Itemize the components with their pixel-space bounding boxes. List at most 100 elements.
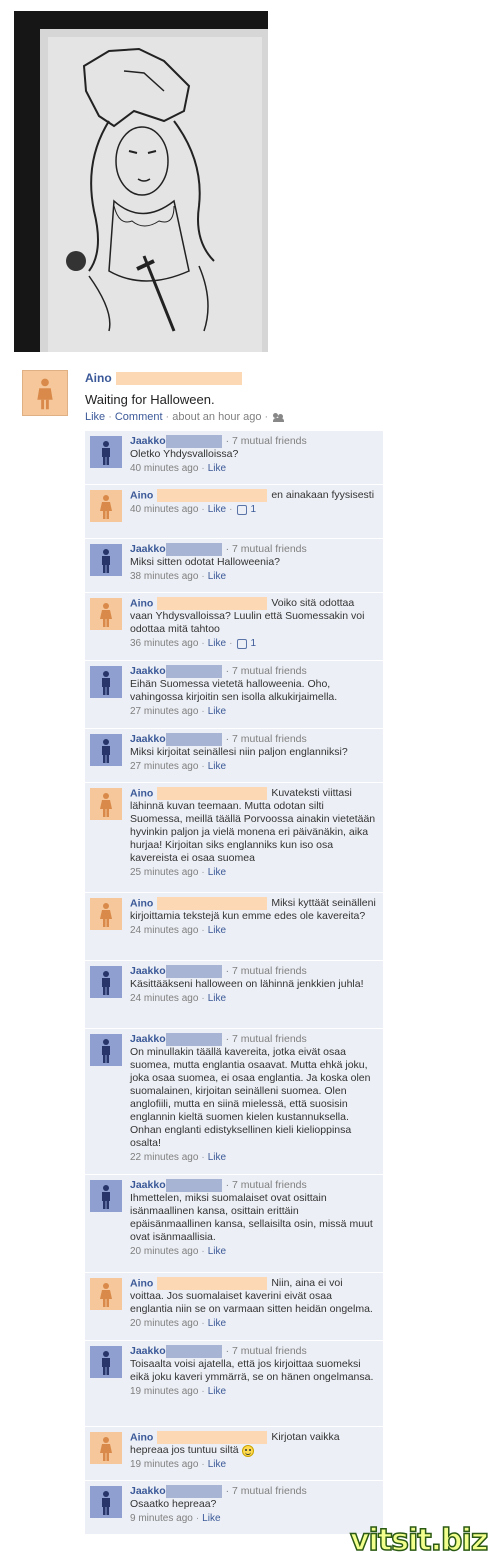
avatar[interactable] [90, 544, 122, 576]
comment-author-link[interactable]: Jaakko [130, 543, 166, 556]
post-like-link[interactable]: Like [85, 411, 105, 423]
comment-meta: 36 minutes ago · Like · 1 [130, 637, 376, 650]
comment-like-link[interactable]: Like [208, 1317, 226, 1330]
comment-timestamp[interactable]: 19 minutes ago [130, 1385, 198, 1398]
comment-like-link[interactable]: Like [208, 462, 226, 475]
comment-author-link[interactable]: Jaakko [130, 1179, 166, 1192]
avatar[interactable] [90, 734, 122, 766]
comment-timestamp[interactable]: 38 minutes ago [130, 570, 198, 583]
redacted-surname [165, 1345, 222, 1358]
thumbs-up-icon[interactable] [237, 504, 248, 515]
mutual-friends-link[interactable]: · 7 mutual friends [226, 665, 307, 678]
comment-timestamp[interactable]: 24 minutes ago [130, 924, 198, 937]
mutual-friends-link[interactable]: · 7 mutual friends [226, 1485, 307, 1498]
avatar[interactable] [90, 966, 122, 998]
comment-like-link[interactable]: Like [208, 1385, 226, 1398]
comment-timestamp[interactable]: 20 minutes ago [130, 1317, 198, 1330]
comment-timestamp[interactable]: 24 minutes ago [130, 992, 198, 1005]
mutual-friends-link[interactable]: · 7 mutual friends [226, 543, 307, 556]
comment: Jaakko · 7 mutual friends Osaatko hepreaa?… [85, 1481, 383, 1535]
comment-timestamp[interactable]: 36 minutes ago [130, 637, 198, 650]
comment-like-link[interactable]: Like [208, 570, 226, 583]
comment-author-link[interactable]: Aino [130, 1431, 153, 1443]
mutual-friends-link[interactable]: · 7 mutual friends [226, 435, 307, 448]
avatar[interactable] [90, 1034, 122, 1066]
friends-audience-icon[interactable] [273, 412, 285, 422]
comment-author-link[interactable]: Jaakko [130, 733, 166, 746]
avatar[interactable] [90, 1432, 122, 1464]
comment-like-link[interactable]: Like [208, 637, 226, 650]
like-count[interactable]: 1 [250, 503, 256, 516]
comment-timestamp[interactable]: 27 minutes ago [130, 760, 198, 773]
separator: · [201, 504, 205, 516]
comment-meta: 19 minutes ago · Like [130, 1385, 376, 1398]
comment-like-link[interactable]: Like [208, 992, 226, 1005]
comment-like-link[interactable]: Like [208, 760, 226, 773]
avatar[interactable] [90, 1180, 122, 1212]
comment-like-link[interactable]: Like [208, 866, 226, 879]
separator: · [201, 1152, 205, 1163]
avatar[interactable] [90, 1346, 122, 1378]
post-timestamp[interactable]: about an hour ago [172, 411, 261, 423]
comment-author-link[interactable]: Aino [130, 597, 153, 609]
comment-author-link[interactable]: Aino [130, 1277, 153, 1289]
avatar[interactable] [90, 666, 122, 698]
post-comment-link[interactable]: Comment [115, 411, 163, 423]
comment-author-link[interactable]: Aino [130, 489, 153, 501]
avatar[interactable] [22, 370, 68, 416]
comment-text: Miksi sitten odotat Halloweenia? [130, 556, 280, 568]
comment-author-link[interactable]: Jaakko [130, 435, 166, 448]
avatar[interactable] [90, 788, 122, 820]
comment-like-link[interactable]: Like [208, 1151, 226, 1164]
comment-timestamp[interactable]: 40 minutes ago [130, 503, 198, 516]
comment-timestamp[interactable]: 22 minutes ago [130, 1151, 198, 1164]
separator: · [201, 1246, 205, 1257]
comment-author-link[interactable]: Jaakko [130, 665, 166, 678]
comment-author-link[interactable]: Jaakko [130, 1485, 166, 1498]
comment-meta: 25 minutes ago · Like [130, 866, 376, 879]
comment-meta: 40 minutes ago · Like [130, 462, 376, 475]
comment-text: Eihän Suomessa vietetä halloweenia. Oho,… [130, 678, 338, 703]
comment-timestamp[interactable]: 20 minutes ago [130, 1245, 198, 1258]
mutual-friends-link[interactable]: · 7 mutual friends [226, 1345, 307, 1358]
comment-timestamp[interactable]: 27 minutes ago [130, 705, 198, 718]
comment-text: On minullakin täällä kavereita, jotka ei… [130, 1046, 374, 1149]
comment-like-link[interactable]: Like [208, 924, 226, 937]
comment-meta: 24 minutes ago · Like [130, 992, 376, 1005]
avatar[interactable] [90, 898, 122, 930]
comment-timestamp[interactable]: 19 minutes ago [130, 1458, 198, 1471]
comment-like-link[interactable]: Like [202, 1512, 220, 1525]
comment-author-link[interactable]: Jaakko [130, 1345, 166, 1358]
comment-author-link[interactable]: Jaakko [130, 965, 166, 978]
comment-like-link[interactable]: Like [208, 503, 226, 516]
post-author-link[interactable]: Aino [85, 371, 112, 385]
drawing-photo[interactable] [14, 11, 268, 352]
redacted-surname [165, 1485, 222, 1498]
avatar[interactable] [90, 1278, 122, 1310]
avatar[interactable] [90, 436, 122, 468]
redacted-surname [157, 1277, 268, 1290]
comment-author-link[interactable]: Jaakko [130, 1033, 166, 1046]
separator: · [201, 925, 205, 937]
avatar[interactable] [90, 490, 122, 522]
thumbs-up-icon[interactable] [237, 638, 248, 649]
comment-author-link[interactable]: Aino [130, 897, 153, 909]
separator: · [201, 1318, 205, 1330]
comment-timestamp[interactable]: 9 minutes ago [130, 1512, 193, 1525]
mutual-friends-link[interactable]: · 7 mutual friends [226, 733, 307, 746]
comment-meta: 38 minutes ago · Like [130, 570, 376, 583]
comment-like-link[interactable]: Like [208, 705, 226, 718]
comment-timestamp[interactable]: 40 minutes ago [130, 462, 198, 475]
mutual-friends-link[interactable]: · 7 mutual friends [226, 1179, 307, 1192]
like-count[interactable]: 1 [250, 637, 256, 650]
avatar[interactable] [90, 598, 122, 630]
comment-like-link[interactable]: Like [208, 1458, 226, 1471]
comment-meta: 20 minutes ago · Like [130, 1317, 376, 1330]
redacted-surname [165, 435, 222, 448]
comment-timestamp[interactable]: 25 minutes ago [130, 866, 198, 879]
comment-author-link[interactable]: Aino [130, 787, 153, 799]
mutual-friends-link[interactable]: · 7 mutual friends [226, 1033, 307, 1046]
comment-like-link[interactable]: Like [208, 1245, 226, 1258]
mutual-friends-link[interactable]: · 7 mutual friends [226, 965, 307, 978]
avatar[interactable] [90, 1486, 122, 1518]
